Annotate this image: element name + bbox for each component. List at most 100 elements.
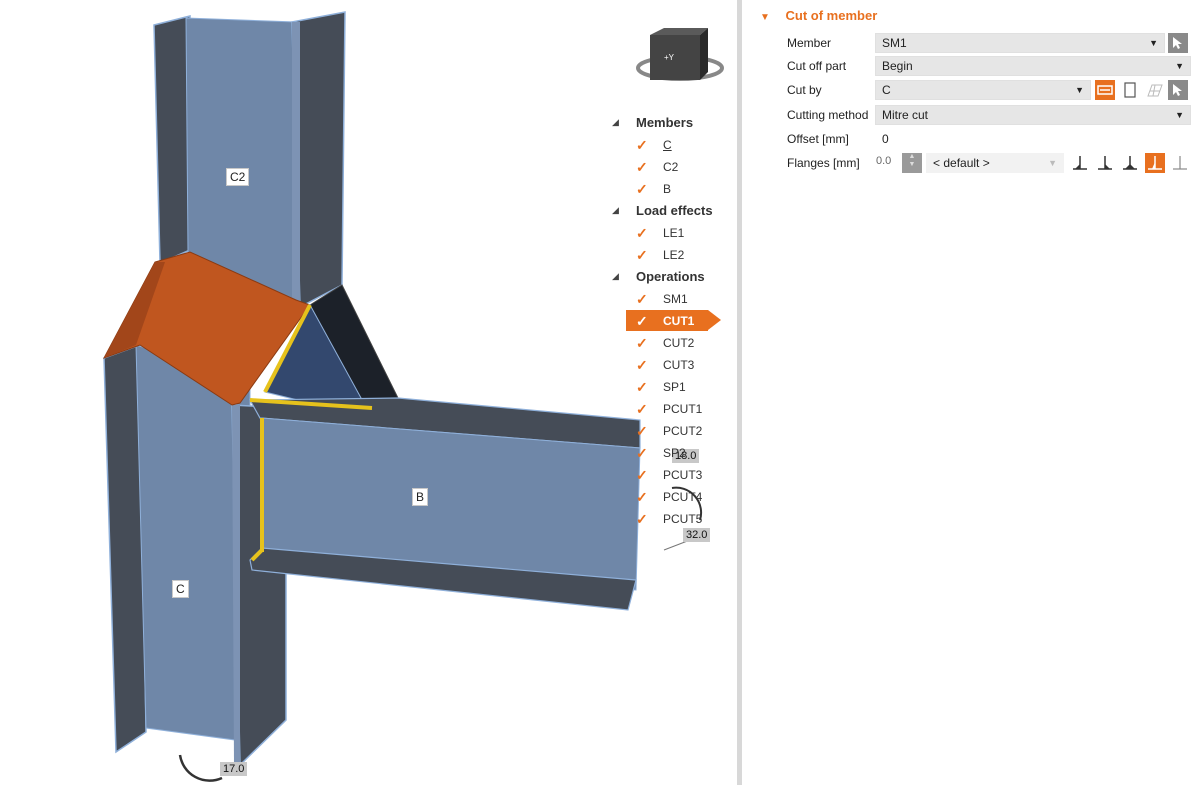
tree-item-cut1[interactable]: ✓ CUT1 xyxy=(612,310,727,332)
checkbox-checked-icon[interactable]: ✓ xyxy=(636,490,650,504)
tree-item-label: SM1 xyxy=(663,292,688,306)
cutting-method-dropdown[interactable]: Mitre cut ▼ xyxy=(875,105,1191,125)
checkbox-checked-icon[interactable]: ✓ xyxy=(636,468,650,482)
bracket-icon xyxy=(1124,82,1136,98)
weld-type-dropdown[interactable]: < default > ▼ xyxy=(926,153,1064,173)
dimension-label-3: 17.0 xyxy=(220,762,248,776)
checkbox-checked-icon[interactable]: ✓ xyxy=(636,248,650,262)
tree-item-cut3[interactable]: ✓ CUT3 xyxy=(612,354,727,376)
flanges-thickness-value[interactable]: 0.0 xyxy=(876,155,891,167)
tree-item-pcut2[interactable]: ✓ PCUT2 xyxy=(612,420,727,442)
butt-weld-icon xyxy=(1148,156,1162,170)
member-value: SM1 xyxy=(882,36,907,50)
checkbox-checked-icon[interactable]: ✓ xyxy=(636,182,650,196)
tree-item-member-c[interactable]: ✓ C xyxy=(612,134,727,156)
checkbox-checked-icon[interactable]: ✓ xyxy=(636,402,650,416)
property-label: Offset [mm] xyxy=(787,132,849,146)
member-label-c2[interactable]: C2 xyxy=(226,168,250,186)
cutting-method-value: Mitre cut xyxy=(882,108,929,122)
checkbox-checked-icon[interactable]: ✓ xyxy=(636,358,650,372)
offset-input[interactable]: 0 xyxy=(875,129,1191,149)
fillet-weld-left-icon xyxy=(1073,156,1087,170)
checkbox-checked-icon[interactable]: ✓ xyxy=(636,424,650,438)
dimension-arc-3 xyxy=(178,754,223,782)
checkbox-checked-icon[interactable]: ✓ xyxy=(636,138,650,152)
tree-group-label: Operations xyxy=(636,269,705,284)
fillet-weld-right-icon xyxy=(1098,156,1112,170)
tree-group-load-effects[interactable]: ◢ Load effects xyxy=(612,200,727,222)
weld-fillet-right-button[interactable] xyxy=(1095,153,1115,173)
tree-item-label: SP2 xyxy=(663,446,686,460)
column-c2-left-flange[interactable] xyxy=(153,15,191,265)
tree-item-cut2[interactable]: ✓ CUT2 xyxy=(612,332,727,354)
property-row-member: Member SM1 ▼ xyxy=(742,32,1197,54)
tree-group-label: Load effects xyxy=(636,203,713,218)
checkbox-checked-icon[interactable]: ✓ xyxy=(636,512,650,526)
property-row-cut-off-part: Cut off part Begin ▼ xyxy=(742,55,1197,77)
tree-item-sp2[interactable]: ✓ SP2 xyxy=(612,442,727,464)
cut-by-plate-button[interactable] xyxy=(1145,80,1165,100)
model-tree: ◢ Members ✓ C ✓ C2 ✓ B ◢ Load effects ✓ LE1 … xyxy=(612,112,727,530)
checkbox-checked-icon[interactable]: ✓ xyxy=(636,380,650,394)
tree-item-label: B xyxy=(663,182,672,196)
tree-group-operations[interactable]: ◢ Operations xyxy=(612,266,727,288)
tree-item-sm1[interactable]: ✓ SM1 xyxy=(612,288,727,310)
section-header[interactable]: ▼ Cut of member xyxy=(760,8,877,23)
properties-panel: ▼ Cut of member Member SM1 ▼ Cut off par… xyxy=(742,0,1197,785)
cursor-arrow-icon xyxy=(1173,84,1182,96)
tree-item-pcut5[interactable]: ✓ PCUT5 xyxy=(612,508,727,530)
weld-type-value: < default > xyxy=(933,156,990,170)
property-row-cut-by: Cut by C ▼ xyxy=(742,79,1197,101)
tree-item-le2[interactable]: ✓ LE2 xyxy=(612,244,727,266)
collapse-triangle-icon[interactable]: ◢ xyxy=(612,271,619,282)
member-dropdown[interactable]: SM1 ▼ xyxy=(875,33,1165,53)
checkbox-checked-icon[interactable]: ✓ xyxy=(636,292,650,306)
tree-item-pcut1[interactable]: ✓ PCUT1 xyxy=(612,398,727,420)
cut-by-surface-button[interactable] xyxy=(1095,80,1115,100)
member-label-b[interactable]: B xyxy=(412,488,429,506)
chevron-down-icon: ▼ xyxy=(1048,158,1057,168)
3d-viewport[interactable]: C2 B C 18.0 32.0 17.0 +Y ◢ Members ✓ C ✓ C… xyxy=(0,0,738,785)
view-cube[interactable] xyxy=(636,28,724,81)
pick-member-button[interactable] xyxy=(1168,33,1188,53)
cut-by-bearing-button[interactable] xyxy=(1120,80,1140,100)
tree-item-label: PCUT2 xyxy=(663,424,703,438)
collapse-triangle-icon[interactable]: ▼ xyxy=(760,12,770,23)
tree-item-le1[interactable]: ✓ LE1 xyxy=(612,222,727,244)
checkbox-checked-icon[interactable]: ✓ xyxy=(636,226,650,240)
tree-item-label: PCUT3 xyxy=(663,468,703,482)
tree-item-pcut3[interactable]: ✓ PCUT3 xyxy=(612,464,727,486)
property-row-cutting-method: Cutting method Mitre cut ▼ xyxy=(742,104,1197,126)
weld-butt-button[interactable] xyxy=(1145,153,1165,173)
tree-item-label: C2 xyxy=(663,160,679,174)
weld-none-button[interactable] xyxy=(1170,153,1190,173)
member-label-c[interactable]: C xyxy=(172,580,189,598)
property-label: Cut off part xyxy=(787,59,847,73)
cut-by-dropdown[interactable]: C ▼ xyxy=(875,80,1091,100)
collapse-triangle-icon[interactable]: ◢ xyxy=(612,117,619,128)
pick-cut-by-button[interactable] xyxy=(1168,80,1188,100)
column-c2-right-flange-edge xyxy=(292,22,300,307)
collapse-triangle-icon[interactable]: ◢ xyxy=(612,205,619,216)
checkbox-checked-icon[interactable]: ✓ xyxy=(636,314,650,328)
cursor-arrow-icon xyxy=(1173,37,1182,49)
tree-item-label: CUT3 xyxy=(663,358,695,372)
flanges-spinner[interactable]: ▲ ▼ xyxy=(902,153,922,173)
property-row-offset: Offset [mm] 0 xyxy=(742,128,1197,150)
tree-group-members[interactable]: ◢ Members xyxy=(612,112,727,134)
weld-fillet-left-button[interactable] xyxy=(1070,153,1090,173)
weld-double-fillet-button[interactable] xyxy=(1120,153,1140,173)
checkbox-checked-icon[interactable]: ✓ xyxy=(636,336,650,350)
chevron-down-icon: ▼ xyxy=(1175,110,1184,120)
checkbox-checked-icon[interactable]: ✓ xyxy=(636,160,650,174)
property-label: Cutting method xyxy=(787,108,869,122)
checkbox-checked-icon[interactable]: ✓ xyxy=(636,446,650,460)
tree-item-sp1[interactable]: ✓ SP1 xyxy=(612,376,727,398)
tree-item-member-c2[interactable]: ✓ C2 xyxy=(612,156,727,178)
tree-item-member-b[interactable]: ✓ B xyxy=(612,178,727,200)
tree-item-pcut4[interactable]: ✓ PCUT4 xyxy=(612,486,727,508)
cut-off-part-dropdown[interactable]: Begin ▼ xyxy=(875,56,1191,76)
double-fillet-weld-icon xyxy=(1123,156,1137,170)
dimension-label-2: 32.0 xyxy=(683,528,711,542)
tree-item-label: CUT1 xyxy=(663,314,695,328)
